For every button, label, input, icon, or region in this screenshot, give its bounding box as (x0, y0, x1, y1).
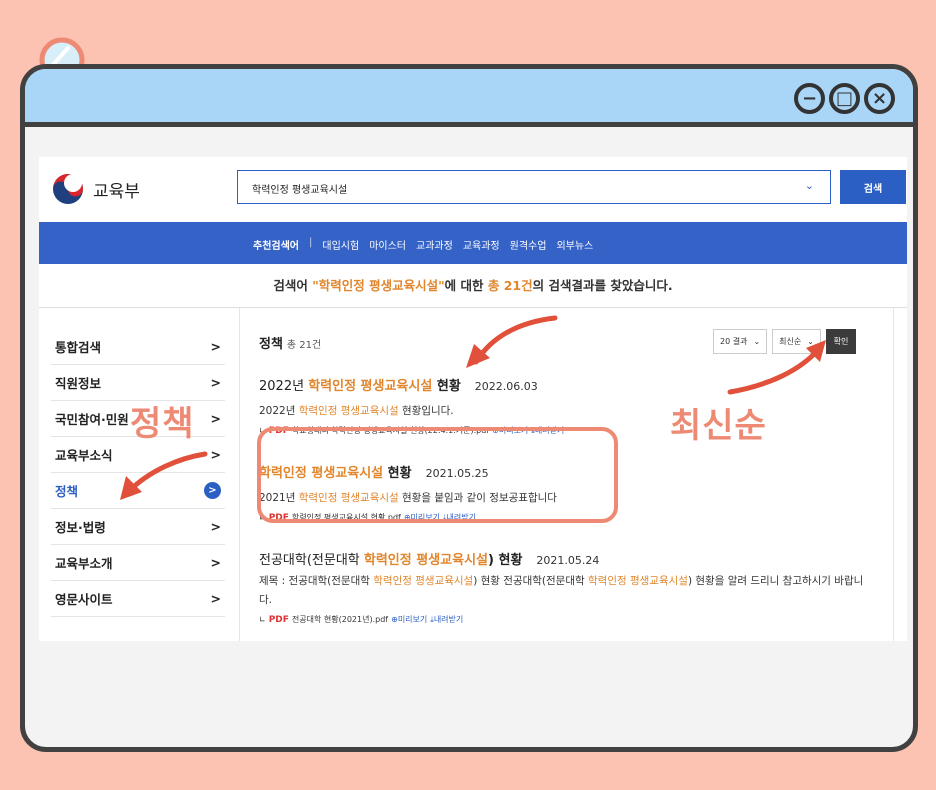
chevron-right-icon: > (210, 447, 221, 462)
result-item: 전공대학(전문대학 학력인정 평생교육시설) 현황 2021.05.24 제목 :… (259, 549, 891, 625)
sidebar-item-label: 직원정보 (55, 376, 102, 391)
sidebar-item-about[interactable]: 교육부소개 > (51, 545, 225, 581)
chevron-down-icon: ⌄ (807, 337, 814, 346)
title-highlight: 학력인정 평생교육시설 (308, 379, 433, 394)
desc-text: 현황입니다. (398, 405, 454, 417)
sidebar-item-law[interactable]: 정보·법령 > (51, 509, 225, 545)
minimize-icon[interactable]: − (794, 83, 825, 114)
sort-select[interactable]: 최신순 ⌄ (772, 329, 821, 354)
nav-separator: | (309, 237, 313, 248)
annotation-latest: 최신순 (670, 406, 767, 446)
close-icon[interactable]: × (864, 83, 895, 114)
tree-corner-icon: ∟ (259, 615, 266, 624)
download-label: 내려받기 (433, 615, 464, 624)
taegeuk-emblem-icon (53, 174, 83, 204)
chevron-down-icon[interactable]: ⌄ (805, 179, 814, 192)
sidebar-item-english[interactable]: 영문사이트 > (51, 581, 225, 617)
summary-text: 검색어 (273, 278, 313, 293)
sort-value: 최신순 (779, 337, 802, 346)
desc-text: ) 현황 전공대학(전문대학 (473, 575, 588, 587)
desc-highlight: 학력인정 평생교육시설 (298, 405, 399, 417)
section-title: 정책 (259, 337, 283, 352)
sidebar-item-label: 정보·법령 (55, 520, 106, 535)
title-highlight: 학력인정 평생교육시설 (363, 553, 489, 568)
result-summary: 검색어 "학력인정 평생교육시설"에 대한 총 21건의 검색결과를 찾았습니다… (39, 275, 907, 294)
title-bar: − □ × (25, 69, 913, 127)
annotation-policy: 정책 (130, 404, 195, 444)
keyword-link[interactable]: 교육과정 (463, 237, 500, 252)
maximize-icon[interactable]: □ (829, 83, 860, 114)
sidebar-item-label: 교육부소개 (55, 556, 113, 571)
divider (239, 308, 240, 641)
summary-count: 총 21건 (487, 278, 533, 293)
chevron-right-icon: > (210, 591, 221, 606)
recommended-label: 추천검색어 (253, 241, 299, 252)
highlight-box (257, 427, 618, 523)
category-sidebar: 통합검색 > 직원정보 > 국민참여·민원 > 교육부소식 > 정책 > 정보·법령 > 교… (51, 329, 225, 617)
keyword-link[interactable]: 외부뉴스 (556, 237, 593, 252)
chevron-right-icon: > (210, 375, 221, 390)
sidebar-item-label: 정책 (55, 484, 79, 499)
pdf-icon: PDF (268, 614, 289, 625)
preview-link[interactable]: ⊕미리보기 (391, 614, 427, 625)
sidebar-item-integrated[interactable]: 통합검색 > (51, 329, 225, 365)
sidebar-item-label: 교육부소식 (55, 448, 113, 463)
result-description: 2022년 학력인정 평생교육시설 현황입니다. (259, 402, 891, 421)
per-page-value: 20 결과 (720, 337, 748, 346)
search-value: 학력인정 평생교육시설 (252, 185, 348, 196)
chevron-down-icon: ⌄ (753, 337, 761, 346)
result-title[interactable]: 2022년 학력인정 평생교육시설 현황 2022.06.03 (259, 375, 891, 394)
keyword-link[interactable]: 교과과정 (416, 237, 453, 252)
recommended-keywords-bar: 추천검색어 | 대입시험 마이스터 교과과정 교육과정 원격수업 외부뉴스 (39, 222, 907, 264)
summary-text: 의 검색결과를 찾았습니다. (532, 278, 673, 293)
title-text: 현황 (432, 379, 461, 394)
sidebar-item-label: 통합검색 (55, 340, 102, 355)
confirm-button[interactable]: 확인 (825, 329, 856, 354)
download-link[interactable]: ⤓내려받기 (430, 614, 463, 625)
section-count: 총 21건 (286, 340, 322, 351)
divider (893, 308, 894, 641)
keyword-link[interactable]: 대입시험 (322, 237, 359, 252)
chevron-right-icon: > (210, 519, 221, 534)
keyword-link[interactable]: 원격수업 (510, 237, 547, 252)
ministry-name: 교육부 (93, 181, 140, 202)
attachment-name[interactable]: 전공대학 현황(2021년).pdf (292, 614, 388, 625)
sidebar-item-label: 국민참여·민원 (55, 412, 129, 427)
title-text: ) 현황 (488, 553, 523, 568)
site-logo[interactable]: 교육부 (51, 172, 140, 206)
result-date: 2022.06.03 (474, 380, 538, 393)
search-input[interactable]: 학력인정 평생교육시설 ⌄ (237, 170, 831, 204)
chevron-right-icon: > (210, 339, 221, 354)
result-description: 제목 : 전공대학(전문대학 학력인정 평생교육시설) 현황 전공대학(전문대학… (259, 572, 874, 610)
desc-highlight: 학력인정 평생교육시설 (373, 575, 474, 587)
per-page-select[interactable]: 20 결과 ⌄ (713, 329, 768, 354)
attachment-row: ∟ PDF 전공대학 현황(2021년).pdf ⊕미리보기 ⤓내려받기 (259, 614, 891, 625)
search-button[interactable]: 검색 (840, 170, 906, 204)
desc-text: 2022년 (259, 405, 299, 417)
sidebar-item-label: 영문사이트 (55, 592, 113, 607)
desc-text: 제목 : 전공대학(전문대학 (259, 575, 374, 587)
title-text: 2022년 (259, 379, 309, 394)
divider (39, 307, 907, 308)
chevron-right-icon: > (210, 555, 221, 570)
desc-highlight: 학력인정 평생교육시설 (588, 575, 688, 587)
chevron-right-icon: > (210, 411, 221, 426)
preview-label: 미리보기 (397, 615, 428, 624)
result-date: 2021.05.24 (536, 554, 600, 567)
result-title[interactable]: 전공대학(전문대학 학력인정 평생교육시설) 현황 2021.05.24 (259, 549, 891, 568)
keyword-link[interactable]: 마이스터 (369, 237, 406, 252)
summary-text: 에 대한 (444, 278, 488, 293)
result-controls: 20 결과 ⌄ 최신순 ⌄ 확인 (713, 329, 856, 354)
chevron-right-icon: > (204, 482, 221, 499)
title-text: 전공대학(전문대학 (259, 553, 364, 568)
summary-query: "학력인정 평생교육시설" (312, 278, 445, 293)
sidebar-item-policy[interactable]: 정책 > (51, 473, 225, 509)
